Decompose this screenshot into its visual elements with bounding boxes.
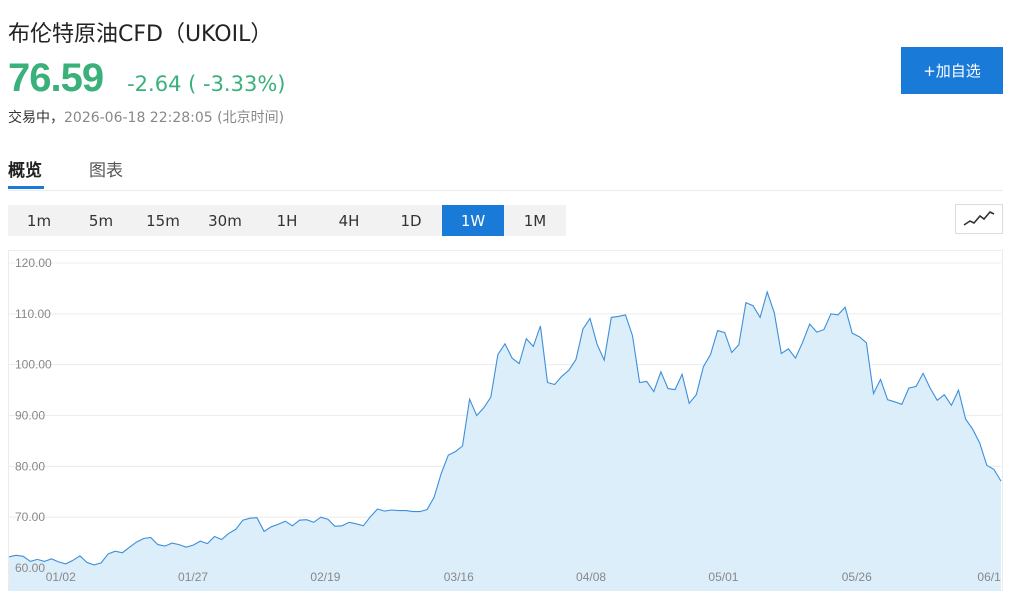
line-chart-icon (963, 211, 995, 226)
y-tick-label: 70.00 (15, 510, 45, 524)
x-tick-label: 02/19 (310, 570, 340, 584)
x-tick-label: 05/26 (842, 570, 872, 584)
x-tick-label: 06/1 (977, 570, 1001, 584)
price-chart-svg: 60.00 70.00 80.00 90.00 100.00 110.00 120.00 01… (9, 256, 1002, 591)
y-tick-label: 100.00 (15, 358, 52, 372)
x-tick-label: 03/16 (444, 570, 474, 584)
active-tab-indicator (8, 186, 44, 189)
period-1m[interactable]: 1m (8, 205, 70, 236)
price-row: 76.59 -2.64 ( -3.33%) (8, 56, 285, 101)
last-price: 76.59 (8, 56, 104, 100)
period-1mo[interactable]: 1M (504, 205, 566, 236)
x-tick-label: 01/27 (178, 570, 208, 584)
trading-status: 交易中，2026-06-18 22:28:05 (北京时间) (8, 107, 284, 127)
tab-overview[interactable]: 概览 (8, 156, 42, 181)
x-tick-label: 04/08 (576, 570, 606, 584)
period-5m[interactable]: 5m (70, 205, 132, 236)
price-area (9, 292, 1001, 591)
x-tick-label: 05/01 (708, 570, 738, 584)
add-watchlist-button[interactable]: +加自选 (901, 47, 1003, 94)
price-chart[interactable]: 60.00 70.00 80.00 90.00 100.00 110.00 120.00 01… (8, 250, 1003, 591)
trading-state: 交易中， (8, 110, 64, 126)
trading-time: 2026-06-18 22:28:05 (北京时间) (64, 110, 285, 126)
period-1h[interactable]: 1H (256, 205, 318, 236)
period-1w[interactable]: 1W (442, 205, 504, 236)
y-tick-label: 80.00 (15, 459, 45, 473)
period-1d[interactable]: 1D (380, 205, 442, 236)
tab-chart[interactable]: 图表 (89, 156, 123, 181)
period-15m[interactable]: 15m (132, 205, 194, 236)
instrument-title: 布伦特原油CFD（UKOIL） (8, 22, 273, 47)
y-tick-label: 60.00 (15, 561, 45, 575)
period-4h[interactable]: 4H (318, 205, 380, 236)
y-tick-label: 90.00 (15, 409, 45, 423)
tab-bar: 概览 图表 (8, 150, 1003, 191)
chart-type-toggle[interactable] (955, 204, 1003, 234)
y-tick-label: 120.00 (15, 256, 52, 270)
period-30m[interactable]: 30m (194, 205, 256, 236)
price-change: -2.64 ( -3.33%) (127, 72, 286, 96)
y-tick-label: 110.00 (15, 307, 51, 321)
x-tick-label: 01/02 (46, 570, 76, 584)
period-selector: 1m 5m 15m 30m 1H 4H 1D 1W 1M (8, 205, 566, 236)
